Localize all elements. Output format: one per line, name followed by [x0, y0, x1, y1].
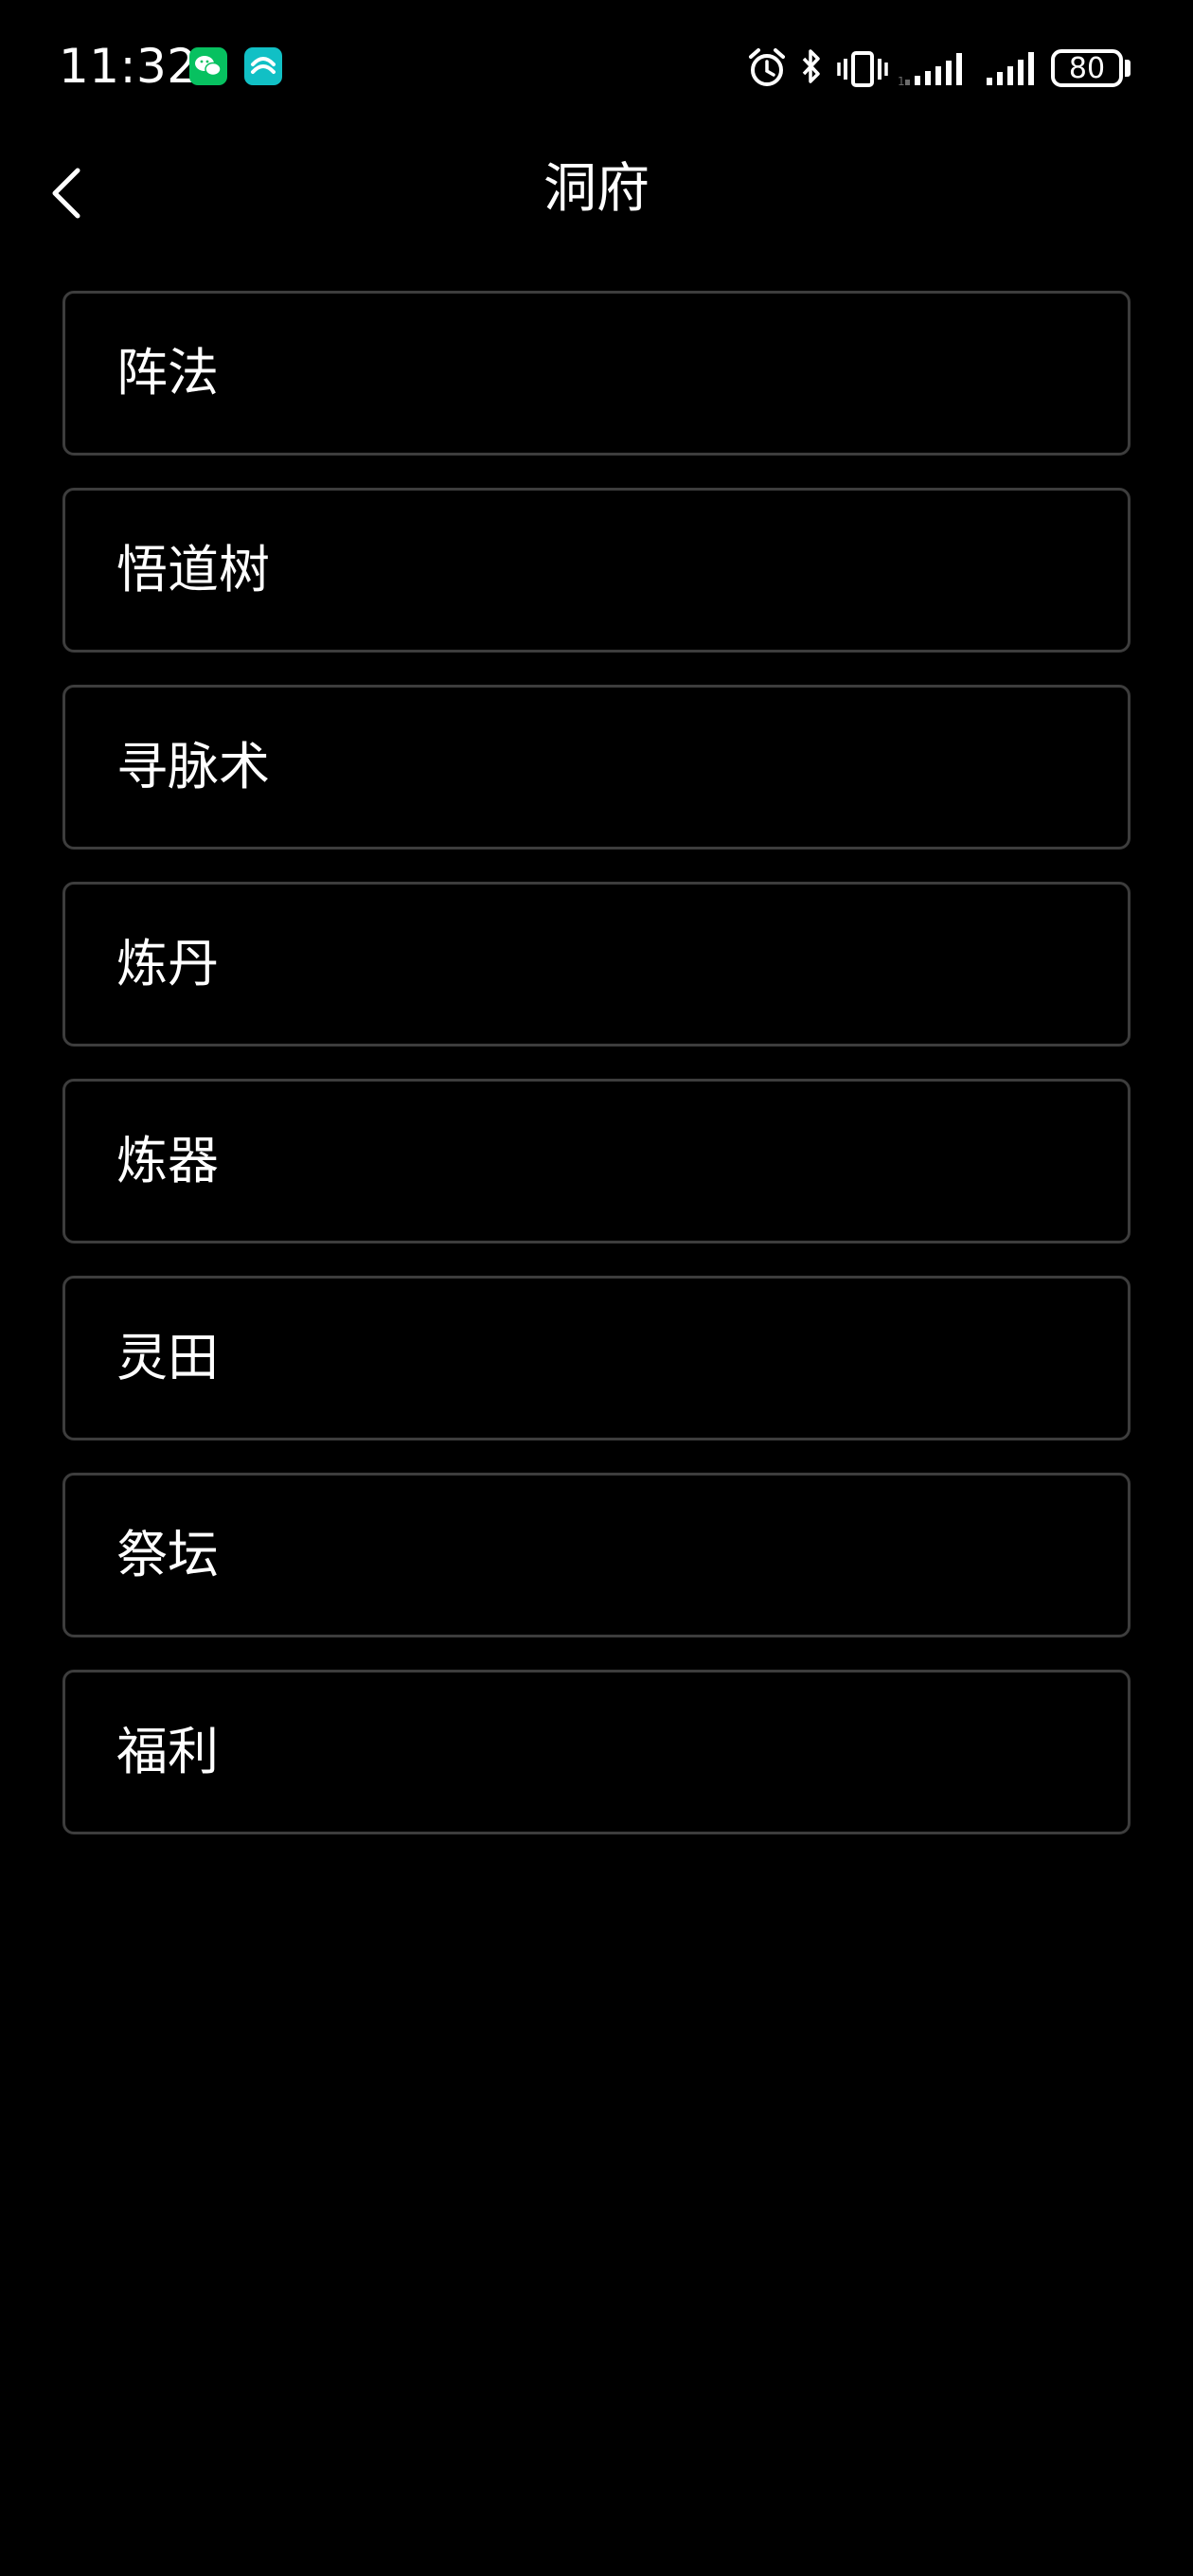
header: 洞府 [0, 142, 1193, 241]
menu-item-label: 灵田 [116, 1328, 219, 1387]
menu-item-label: 阵法 [116, 343, 219, 402]
wechat-icon [189, 47, 227, 85]
menu-item-label: 福利 [116, 1722, 219, 1781]
menu-item-vein-seeking[interactable]: 寻脉术 [62, 685, 1131, 850]
menu-item-altar[interactable]: 祭坛 [62, 1473, 1131, 1637]
menu-item-spirit-field[interactable]: 灵田 [62, 1276, 1131, 1440]
page-title: 洞府 [543, 158, 650, 220]
menu-item-label: 祭坛 [116, 1525, 219, 1584]
cell-signal-icon: 1 [898, 53, 962, 88]
battery-level: 80 [1068, 52, 1106, 85]
menu-item-label: 悟道树 [116, 540, 270, 599]
status-time: 11:32 [59, 39, 198, 94]
bluetooth-icon [802, 49, 820, 83]
status-bar: 11:32 1 80 [0, 0, 1193, 142]
menu-list: 阵法 悟道树 寻脉术 炼丹 炼器 灵田 祭坛 福利 [62, 291, 1131, 1867]
menu-item-alchemy[interactable]: 炼丹 [62, 882, 1131, 1046]
battery-tip [1125, 60, 1131, 77]
svg-text:1: 1 [898, 75, 905, 88]
menu-item-label: 炼丹 [116, 934, 219, 993]
menu-item-formation[interactable]: 阵法 [62, 291, 1131, 456]
menu-item-forging[interactable]: 炼器 [62, 1079, 1131, 1243]
menu-item-enlightenment-tree[interactable]: 悟道树 [62, 488, 1131, 653]
menu-item-label: 炼器 [116, 1131, 219, 1190]
alarm-icon [749, 48, 785, 86]
app-icon [244, 47, 282, 85]
cell-signal-icon [987, 52, 1034, 85]
menu-item-welfare[interactable]: 福利 [62, 1670, 1131, 1834]
battery-icon: 80 [1051, 49, 1123, 87]
vibrate-icon [837, 51, 888, 87]
menu-item-label: 寻脉术 [116, 737, 270, 796]
